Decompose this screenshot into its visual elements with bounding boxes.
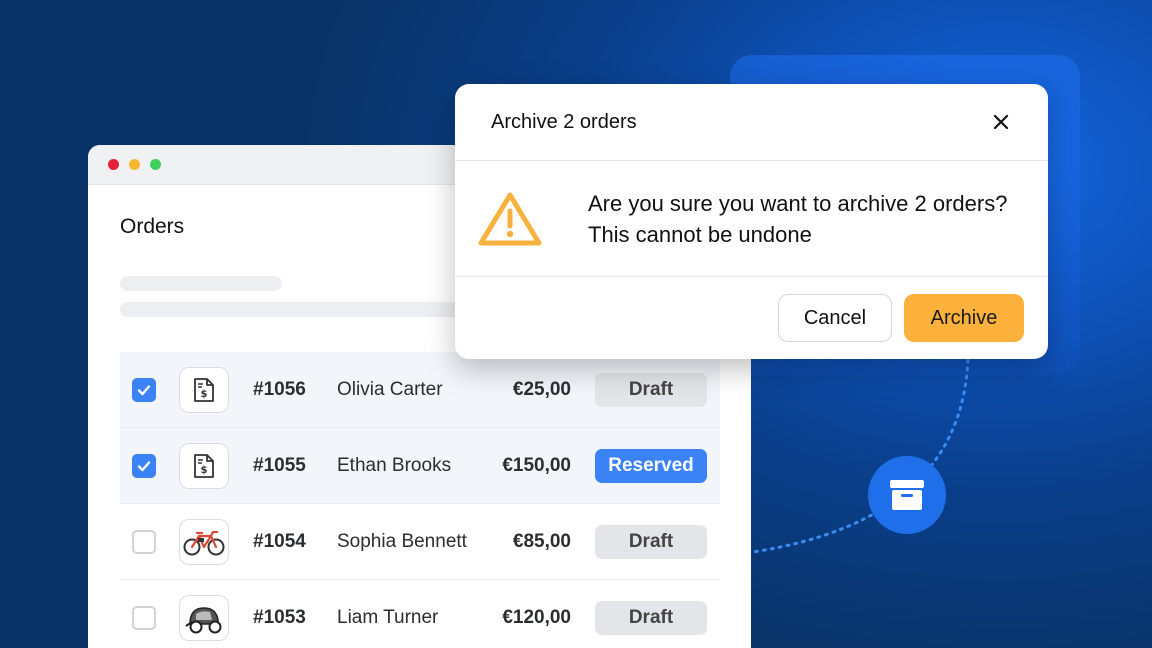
warning-icon <box>478 192 542 245</box>
order-amount: €85,00 <box>512 530 571 552</box>
dialog-header: Archive 2 orders <box>455 84 1048 161</box>
row-checkbox[interactable] <box>132 529 156 554</box>
archive-fab-button[interactable] <box>868 456 946 534</box>
invoice-icon: $ <box>194 453 214 478</box>
table-row[interactable]: #1054 Sophia Bennett €85,00 Draft <box>120 504 720 580</box>
customer-name: Liam Turner <box>337 606 439 628</box>
customer-name: Sophia Bennett <box>337 530 467 552</box>
archive-dialog: Archive 2 orders Are you sure you want t… <box>455 84 1048 359</box>
order-id: #1055 <box>253 454 306 476</box>
cancel-button[interactable]: Cancel <box>778 294 892 342</box>
minimize-window-dot[interactable] <box>129 159 140 170</box>
order-amount: €25,00 <box>512 378 571 400</box>
dialog-footer: Cancel Archive <box>455 277 1048 359</box>
skeleton-line-short <box>120 276 282 291</box>
bicycle-icon <box>183 530 225 555</box>
invoice-icon: $ <box>194 377 214 402</box>
close-icon <box>993 114 1009 130</box>
status-badge: Reserved <box>595 448 707 483</box>
order-id: #1053 <box>253 606 306 628</box>
close-window-dot[interactable] <box>108 159 119 170</box>
order-thumbnail <box>179 594 229 641</box>
customer-name: Olivia Carter <box>337 378 443 400</box>
table-row[interactable]: $ #1056 Olivia Carter €25,00 Draft <box>120 352 720 428</box>
dialog-title: Archive 2 orders <box>491 110 637 133</box>
maximize-window-dot[interactable] <box>150 159 161 170</box>
orders-table: $ #1056 Olivia Carter €25,00 Draft $ #10… <box>120 352 720 648</box>
order-amount: €150,00 <box>502 454 571 476</box>
dialog-message: Are you sure you want to archive 2 order… <box>588 188 1007 250</box>
row-checkbox[interactable] <box>132 453 156 478</box>
checkmark-icon <box>137 384 151 395</box>
archive-button[interactable]: Archive <box>904 294 1024 342</box>
table-row[interactable]: #1053 Liam Turner €120,00 Draft <box>120 580 720 648</box>
customer-name: Ethan Brooks <box>337 454 452 476</box>
order-id: #1054 <box>253 530 306 552</box>
table-row[interactable]: $ #1055 Ethan Brooks €150,00 Reserved <box>120 428 720 504</box>
order-thumbnail <box>179 518 229 565</box>
svg-text:$: $ <box>201 465 208 476</box>
page-title: Orders <box>120 215 185 238</box>
archive-box-icon <box>890 480 924 510</box>
dialog-message-line2: This cannot be undone <box>588 221 812 247</box>
checkmark-icon <box>137 460 151 471</box>
svg-text:$: $ <box>201 389 208 400</box>
status-badge: Draft <box>595 524 707 559</box>
order-id: #1056 <box>253 378 306 400</box>
dialog-message-line1: Are you sure you want to archive 2 order… <box>588 190 1008 216</box>
row-checkbox[interactable] <box>132 377 156 402</box>
status-badge: Draft <box>595 600 707 635</box>
order-amount: €120,00 <box>502 606 571 628</box>
bike-trailer-icon <box>185 606 222 633</box>
status-badge: Draft <box>595 372 707 407</box>
close-dialog-button[interactable] <box>988 109 1014 135</box>
order-thumbnail: $ <box>179 442 229 489</box>
dialog-body: Are you sure you want to archive 2 order… <box>455 161 1048 277</box>
row-checkbox[interactable] <box>132 605 156 630</box>
order-thumbnail: $ <box>179 366 229 413</box>
